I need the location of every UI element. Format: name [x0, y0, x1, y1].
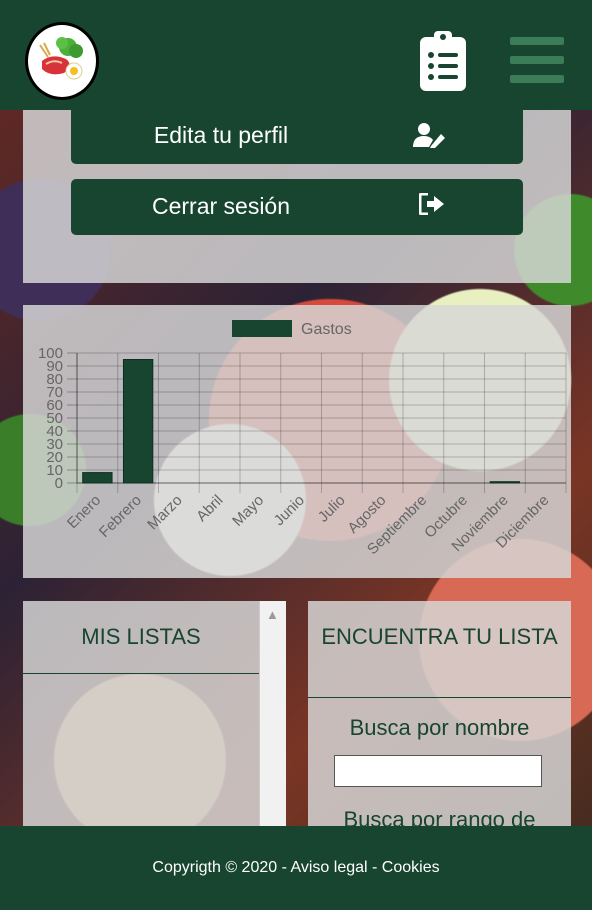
expenses-chart-panel: Gastos 0 10 20 30 40 50 60 70 80 90 100 Enero Febrero… — [23, 305, 571, 578]
scroll-up-icon[interactable]: ▲ — [266, 607, 279, 622]
my-lists-scrollbar[interactable]: ▲ — [259, 601, 286, 861]
edit-profile-label: Edita tu perfil — [153, 122, 289, 148]
copyright-text: Copyrigth © 2020 - — [152, 859, 291, 876]
y-tick-label: 100 — [38, 345, 63, 362]
x-tick-label: Abril — [193, 492, 226, 525]
hamburger-menu-icon[interactable] — [510, 37, 564, 90]
footer-separator: - — [367, 859, 382, 876]
x-tick-label: Marzo — [144, 492, 185, 533]
sign-out-icon — [418, 192, 445, 221]
profile-panel: Edita tu perfil Cerrar sesión — [23, 108, 571, 283]
legend-swatch — [232, 320, 292, 337]
footer: Copyrigth © 2020 - Aviso legal - Cookies — [0, 826, 592, 910]
search-name-input[interactable] — [334, 755, 542, 787]
logout-label: Cerrar sesión — [151, 193, 291, 219]
find-list-divider — [308, 697, 571, 698]
food-logo-icon[interactable] — [25, 22, 99, 100]
bar-enero — [82, 472, 113, 484]
edit-profile-button[interactable]: Edita tu perfil — [71, 108, 523, 164]
expenses-chart: Gastos0102030405060708090100EneroFebrero… — [38, 320, 567, 558]
legend-label: Gastos — [301, 321, 352, 338]
my-lists-divider — [23, 673, 259, 674]
search-by-name-label: Busca por nombre — [349, 715, 530, 740]
legal-notice-link[interactable]: Aviso legal — [290, 859, 367, 876]
x-tick-label: Febrero — [96, 492, 145, 541]
x-tick-label: Mayo — [229, 492, 267, 530]
logout-button[interactable]: Cerrar sesión — [71, 179, 523, 235]
x-tick-label: Junio — [271, 492, 308, 529]
find-list-title: ENCUENTRA TU LISTA — [321, 624, 558, 649]
clipboard-list-icon[interactable] — [419, 31, 467, 96]
bar-noviembre — [489, 481, 521, 484]
cookies-link[interactable]: Cookies — [382, 859, 440, 876]
my-lists-title: MIS LISTAS — [81, 624, 201, 649]
x-tick-label: Julio — [315, 492, 349, 526]
header — [0, 0, 592, 110]
user-edit-icon — [413, 122, 445, 154]
bar-febrero — [122, 359, 154, 484]
